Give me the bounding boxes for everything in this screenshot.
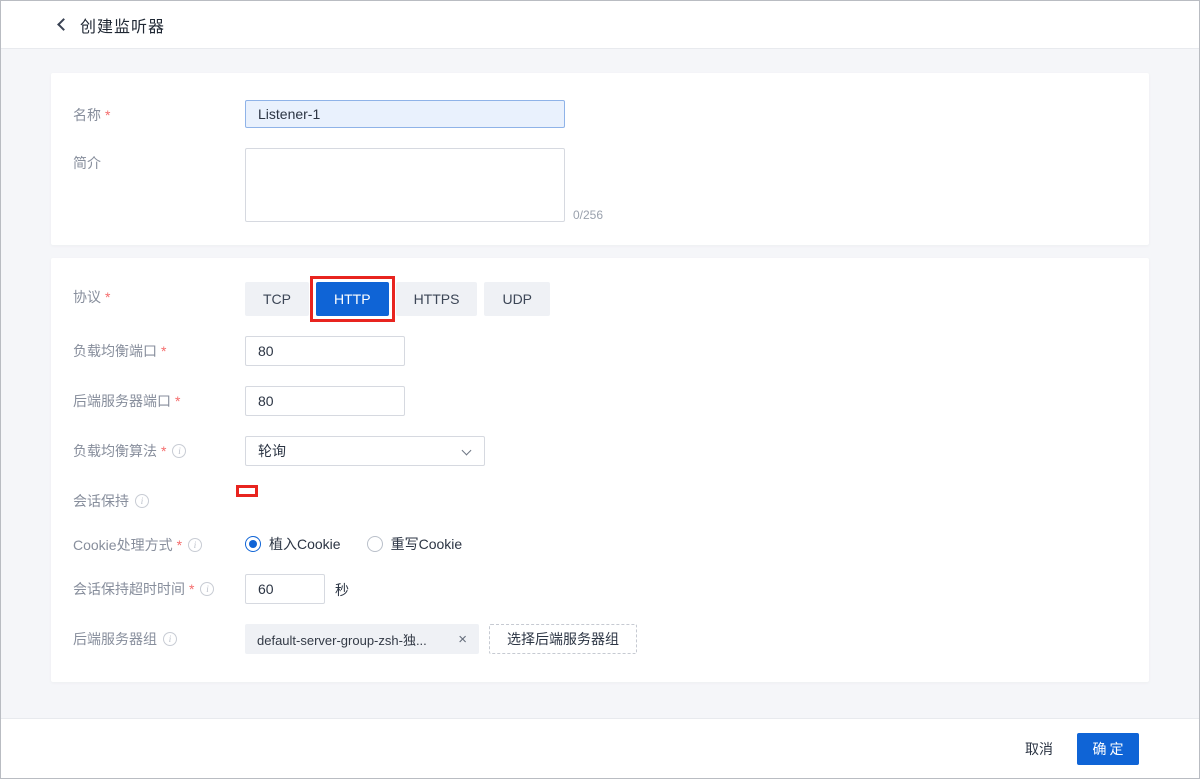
protocol-option-udp[interactable]: UDP [484,282,550,316]
radio-insert-cookie[interactable]: 植入Cookie [245,534,341,554]
lb-algorithm-row: 负载均衡算法 轮询 [73,436,1119,466]
protocol-label: 协议 [73,282,245,316]
session-persistence-label: 会话保持 [73,486,245,510]
basic-info-card: 名称 简介 0/256 [51,73,1149,245]
session-persistence-row: 会话保持 [73,486,1119,510]
page-body: 名称 简介 0/256 协议 [1,49,1199,718]
server-group-row: 后端服务器组 default-server-group-zsh-独... × 选… [73,624,1119,654]
listener-settings-card: 协议 TCP HTTP HTTPS UDP 负载均衡端口 [51,258,1149,682]
char-counter: 0/256 [573,208,603,222]
protocol-option-http[interactable]: HTTP [316,282,389,316]
backend-port-row: 后端服务器端口 [73,386,1119,416]
page-title: 创建监听器 [80,13,165,37]
info-icon[interactable] [188,538,202,552]
cookie-mode-label: Cookie处理方式 [73,530,245,554]
lb-algorithm-label: 负载均衡算法 [73,436,245,466]
info-icon[interactable] [135,494,149,508]
close-icon[interactable]: × [458,632,467,647]
info-icon[interactable] [200,582,214,596]
back-icon[interactable] [57,18,70,31]
backend-port-input[interactable] [245,386,405,416]
session-timeout-label: 会话保持超时时间 [73,574,245,604]
footer-bar: 取消 确定 [1,718,1199,778]
timeout-unit: 秒 [335,574,349,600]
chevron-down-icon [462,446,472,456]
info-icon[interactable] [163,632,177,646]
name-label: 名称 [73,100,245,128]
radio-rewrite-cookie[interactable]: 重写Cookie [367,534,463,554]
description-row: 简介 0/256 [73,148,1119,222]
protocol-row: 协议 TCP HTTP HTTPS UDP [73,282,1119,316]
protocol-option-https[interactable]: HTTPS [396,282,478,316]
radio-selected-icon [245,536,261,552]
description-label: 简介 [73,148,245,222]
create-listener-page: 创建监听器 名称 简介 0/256 [0,0,1200,779]
description-textarea[interactable] [245,148,565,222]
cookie-mode-row: Cookie处理方式 植入Cookie 重写Cookie [73,530,1119,554]
name-row: 名称 [73,100,1119,128]
lb-port-label: 负载均衡端口 [73,336,245,366]
server-group-label: 后端服务器组 [73,624,245,654]
cancel-button[interactable]: 取消 [1013,731,1065,767]
confirm-button[interactable]: 确定 [1077,733,1139,765]
lb-port-row: 负载均衡端口 [73,336,1119,366]
protocol-option-tcp[interactable]: TCP [245,282,309,316]
session-timeout-input[interactable] [245,574,325,604]
backend-port-label: 后端服务器端口 [73,386,245,416]
radio-unselected-icon [367,536,383,552]
check-icon [252,495,260,503]
info-icon[interactable] [172,444,186,458]
name-input[interactable] [245,100,565,128]
page-header: 创建监听器 [1,1,1199,49]
lb-port-input[interactable] [245,336,405,366]
server-group-tag: default-server-group-zsh-独... × [245,624,479,654]
session-timeout-row: 会话保持超时时间 秒 [73,574,1119,604]
toggle-knob [227,493,243,509]
lb-algorithm-select[interactable]: 轮询 [245,436,485,466]
select-server-group-button[interactable]: 选择后端服务器组 [489,624,637,654]
